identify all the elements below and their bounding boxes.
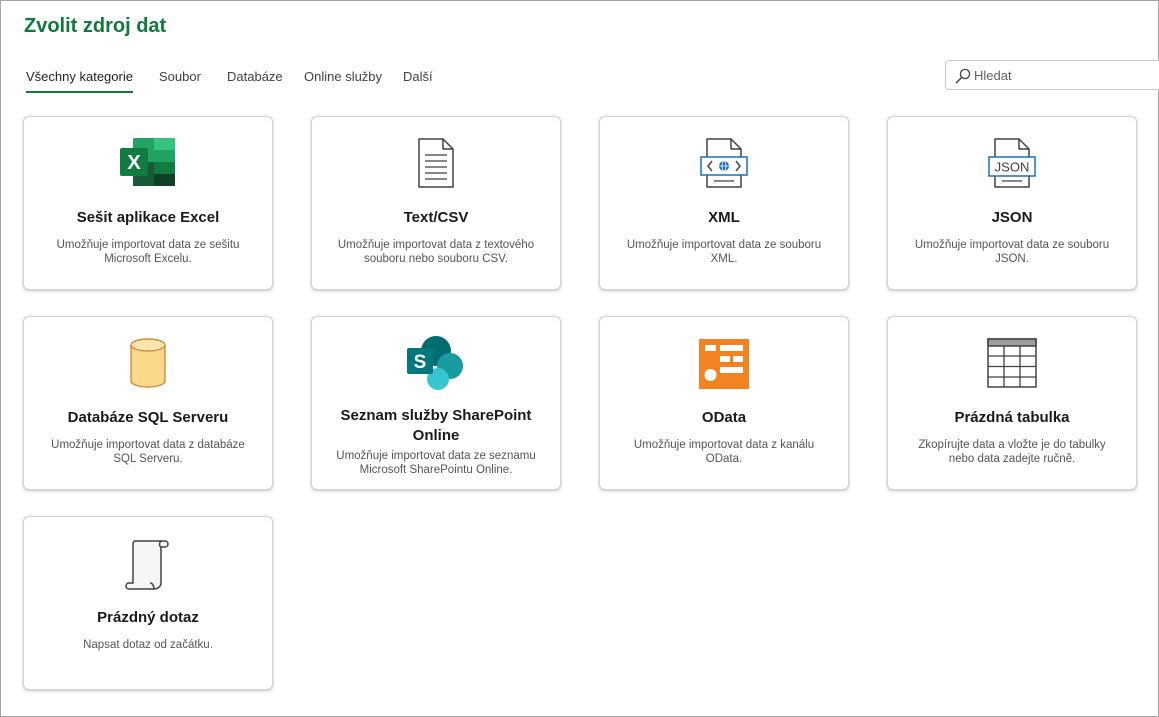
card-title: Databáze SQL Serveru xyxy=(67,409,229,426)
source-card-text-csv[interactable]: Text/CSV Umožňuje importovat data z text… xyxy=(311,116,561,290)
card-description: Umožňuje importovat data ze sešitu Micro… xyxy=(56,239,240,265)
card-title: Prázdná tabulka xyxy=(954,409,1070,426)
excel-icon: X xyxy=(118,137,178,193)
json-file-icon: JSON xyxy=(982,137,1042,193)
card-description: Zkopírujte data a vložte je do tabulky n… xyxy=(918,439,1106,465)
sharepoint-icon-letter: S xyxy=(414,352,427,373)
card-title: JSON xyxy=(991,209,1033,226)
source-card-odata[interactable]: OData Umožňuje importovat data z kanálu … xyxy=(599,316,849,490)
source-card-json[interactable]: JSON JSON Umožňuje importovat data ze so… xyxy=(887,116,1137,290)
table-grid-icon xyxy=(982,337,1042,393)
card-title: OData xyxy=(701,409,747,426)
tab-database[interactable]: Databáze xyxy=(227,69,283,90)
card-title: Prázdný dotaz xyxy=(97,609,199,626)
search-input[interactable] xyxy=(974,64,1154,86)
text-file-icon xyxy=(406,137,466,193)
source-card-sql-server[interactable]: Databáze SQL Serveru Umožňuje importovat… xyxy=(23,316,273,490)
xml-file-icon xyxy=(694,137,754,193)
card-title: Text/CSV xyxy=(403,209,469,226)
card-title: Sešit aplikace Excel xyxy=(76,209,220,226)
source-card-blank-table[interactable]: Prázdná tabulka Zkopírujte data a vložte… xyxy=(887,316,1137,490)
sharepoint-icon: S xyxy=(406,335,466,391)
card-title: Seznam služby SharePoint Online xyxy=(340,407,532,444)
json-icon-label: JSON xyxy=(995,160,1030,175)
tab-online-services[interactable]: Online služby xyxy=(304,69,382,90)
tab-all-categories[interactable]: Všechny kategorie xyxy=(26,69,133,93)
card-description: Umožňuje importovat data z databáze SQL … xyxy=(51,439,245,465)
source-card-xml[interactable]: XML Umožňuje importovat data ze souboru … xyxy=(599,116,849,290)
excel-icon-letter: X xyxy=(127,152,141,174)
card-description: Napsat dotaz od začátku. xyxy=(83,639,213,651)
blank-query-icon xyxy=(118,537,178,593)
source-card-blank-query[interactable]: Prázdný dotaz Napsat dotaz od začátku. xyxy=(23,516,273,690)
database-icon xyxy=(118,337,178,393)
tab-other[interactable]: Další xyxy=(403,69,433,90)
dialog-frame: Zvolit zdroj dat Všechny kategorie Soubo… xyxy=(0,0,1159,717)
search-icon xyxy=(955,68,971,84)
card-title: XML xyxy=(708,209,740,226)
card-description: Umožňuje importovat data ze seznamu Micr… xyxy=(336,450,536,476)
source-card-excel[interactable]: X Sešit aplikace Excel Umožňuje importov… xyxy=(23,116,273,290)
odata-icon xyxy=(694,337,754,393)
card-description: Umožňuje importovat data ze souboru XML. xyxy=(626,239,822,265)
source-card-sharepoint[interactable]: S Seznam služby SharePoint Online Umožňu… xyxy=(311,316,561,490)
page-title: Zvolit zdroj dat xyxy=(24,15,167,37)
card-description: Umožňuje importovat data z textového sou… xyxy=(337,239,535,265)
card-description: Umožňuje importovat data ze souboru JSON… xyxy=(914,239,1110,265)
card-description: Umožňuje importovat data z kanálu OData. xyxy=(633,439,815,465)
search-box[interactable] xyxy=(945,60,1159,90)
tab-file[interactable]: Soubor xyxy=(159,69,201,90)
